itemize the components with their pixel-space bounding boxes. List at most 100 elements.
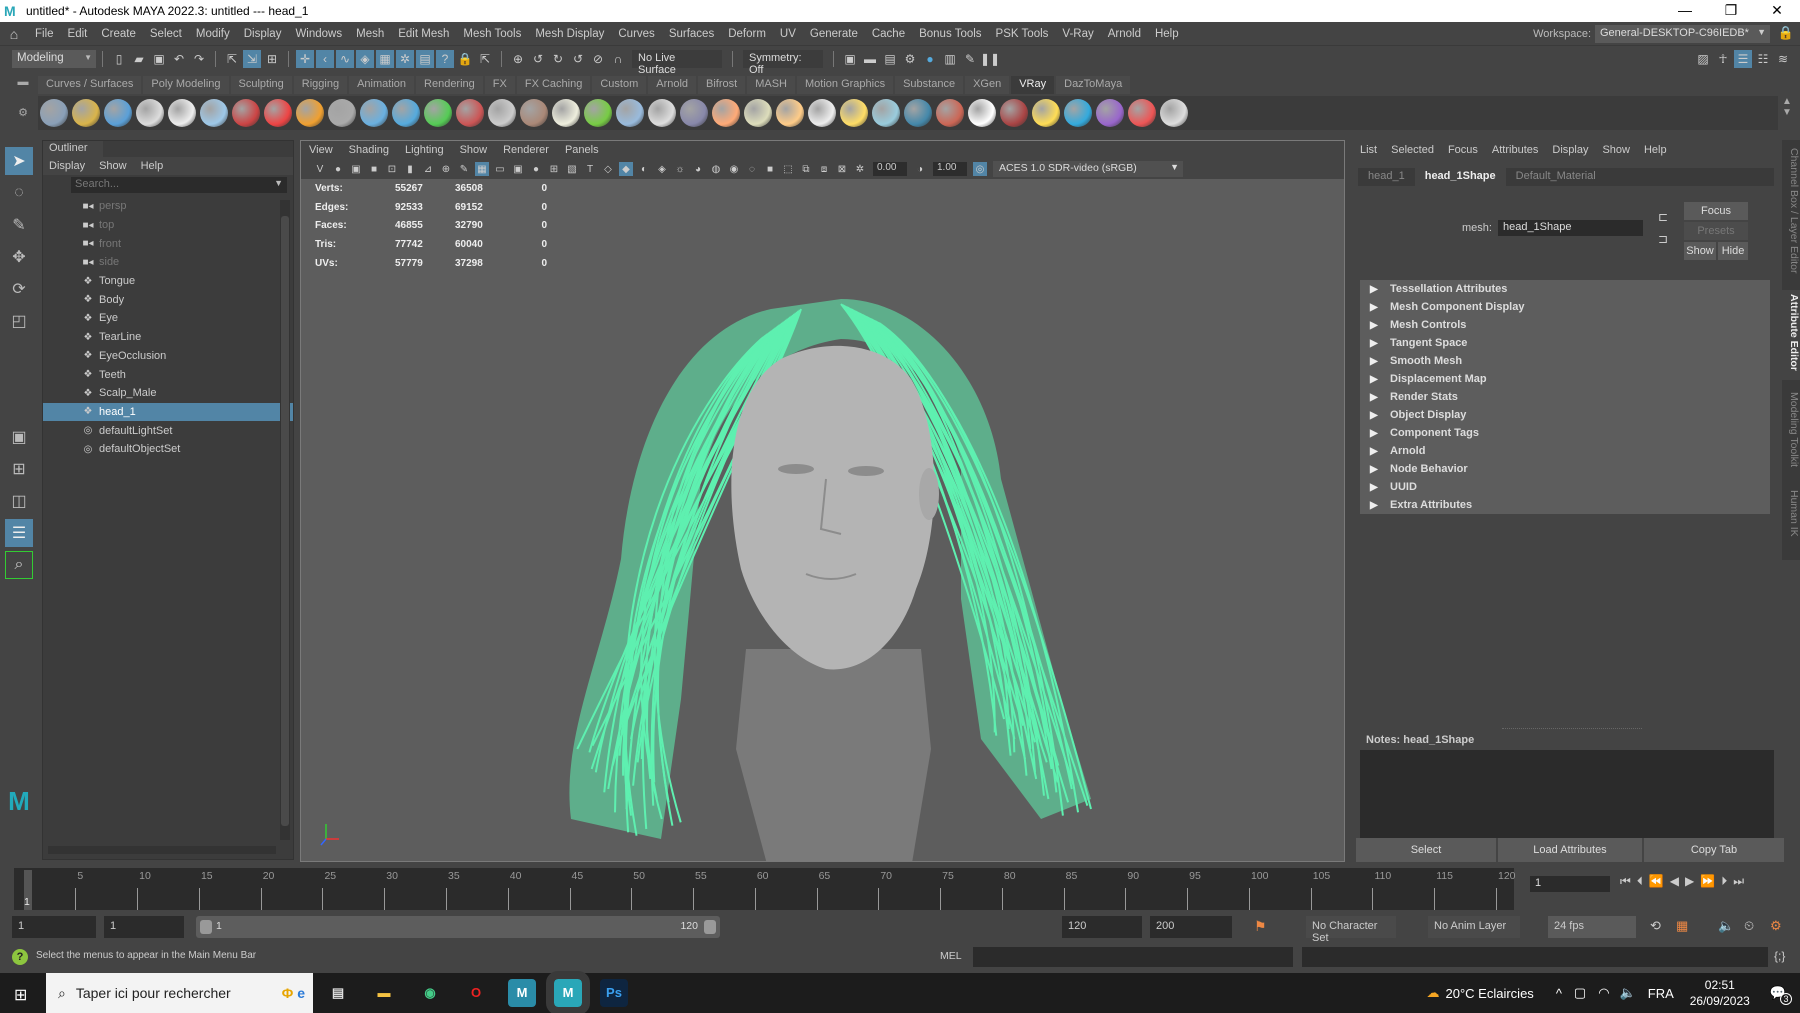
menu-arnold[interactable]: Arnold (1101, 28, 1148, 40)
shelf-tool-icon[interactable] (1064, 99, 1092, 127)
current-time-marker[interactable]: 1 (24, 870, 32, 910)
show-button[interactable]: Show (1684, 242, 1716, 260)
save-scene-icon[interactable]: ▣ (150, 50, 168, 68)
attribute-section[interactable]: ▶ Extra Attributes (1360, 496, 1770, 514)
outliner-item[interactable]: ❖ TearLine (43, 328, 293, 347)
undo-icon[interactable]: ↶ (170, 50, 188, 68)
channel-box-icon[interactable]: ≋ (1774, 50, 1792, 68)
select-by-joint-icon[interactable]: ‹ (316, 50, 334, 68)
range-start-handle[interactable] (200, 920, 212, 934)
viewport-menu-shading[interactable]: Shading (349, 144, 389, 156)
viewport-menu-show[interactable]: Show (460, 144, 488, 156)
shelf-settings-icon[interactable]: ⚙ (14, 106, 32, 119)
textured-icon[interactable]: ◈ (655, 162, 669, 176)
shelf-tool-icon[interactable] (488, 99, 516, 127)
snap-magnet-icon[interactable]: ∩ (609, 50, 627, 68)
ae-menu-display[interactable]: Display (1552, 144, 1588, 156)
render-setup-icon[interactable]: ▥ (941, 50, 959, 68)
viewport-menu-lighting[interactable]: Lighting (405, 144, 444, 156)
shelf-scroll-icon[interactable]: ▲ ▼ (1782, 96, 1792, 118)
shelf-tool-icon[interactable] (1128, 99, 1156, 127)
shelf-tool-icon[interactable] (1032, 99, 1060, 127)
cache-playback-icon[interactable]: ▦ (1676, 918, 1688, 934)
shelf-tool-icon[interactable] (904, 99, 932, 127)
modeling-toolkit-icon[interactable]: ▨ (1694, 50, 1712, 68)
menu-surfaces[interactable]: Surfaces (662, 28, 721, 40)
lock-icon[interactable]: 🔒 (1778, 25, 1794, 41)
outliner-item[interactable]: ❖ EyeOcclusion (43, 347, 293, 366)
shelf-tool-icon[interactable] (296, 99, 324, 127)
volume-icon[interactable]: 🔈 (1620, 985, 1636, 1001)
minimize-button[interactable]: — (1662, 0, 1708, 22)
camera-bookmark-icon[interactable]: ▮ (403, 162, 417, 176)
attribute-section[interactable]: ▶ Node Behavior (1360, 460, 1770, 478)
outliner-item[interactable]: ◎ defaultLightSet (43, 421, 293, 440)
shelf-tab-mash[interactable]: MASH (747, 76, 795, 94)
viewport-panel[interactable]: View Shading Lighting Show Renderer Pane… (300, 140, 1345, 862)
shadows-icon[interactable]: ◕ (691, 162, 705, 176)
wireframe-on-shaded-icon[interactable]: ◐ (637, 162, 651, 176)
select-object-icon[interactable]: ⇲ (243, 50, 261, 68)
weather-icon[interactable]: ☁ (1427, 985, 1440, 1001)
chrome-icon[interactable]: ◉ (416, 979, 444, 1007)
maya-icon[interactable]: M (546, 971, 590, 1013)
shelf-tab-arnold[interactable]: Arnold (648, 76, 697, 94)
tab-channel-box[interactable]: Channel Box / Layer Editor (1782, 144, 1800, 284)
fps-dropdown[interactable]: 24 fps (1548, 916, 1636, 938)
menu-generate[interactable]: Generate (803, 28, 865, 40)
range-slider[interactable]: 1 120 (196, 916, 720, 938)
xray-joints-icon[interactable]: ⊠ (835, 162, 849, 176)
scene-end-field[interactable]: 200 (1150, 916, 1232, 938)
shelf-tool-icon[interactable] (776, 99, 804, 127)
use-all-lights-icon[interactable]: ☼ (673, 162, 687, 176)
shelf-tab-curves-surfaces[interactable]: Curves / Surfaces (38, 76, 142, 94)
outliner-item[interactable]: ■◂ front (43, 234, 293, 253)
shelf-tool-icon[interactable] (552, 99, 580, 127)
time-editor-icon[interactable]: ⏲ (1744, 918, 1754, 934)
step-back-key-icon[interactable]: ⏪ (1649, 874, 1664, 889)
search-icon[interactable]: ⌕ (5, 551, 33, 579)
motion-blur-icon[interactable]: ◉ (727, 162, 741, 176)
attribute-section[interactable]: ▶ Object Display (1360, 406, 1770, 424)
ae-menu-show[interactable]: Show (1602, 144, 1630, 156)
time-slider[interactable]: 5 10 15 20 25 30 35 40 45 50 55 60 65 70 75 80 85 90 95 100… (14, 868, 1516, 910)
taskbar-search[interactable]: ⌕ Taper ici pour rechercher Φ e (46, 973, 313, 1013)
tab-attribute-editor[interactable]: Attribute Editor (1782, 290, 1800, 380)
rotate-tool-icon[interactable]: ⟳ (5, 275, 33, 303)
select-by-deformation-icon[interactable]: ▦ (376, 50, 394, 68)
menu-select[interactable]: Select (143, 28, 189, 40)
output-connections-icon[interactable]: ⊐ (1658, 232, 1668, 246)
step-forward-frame-icon[interactable]: ⏵ (1721, 874, 1727, 889)
expand-arrow-icon[interactable]: ▶ (1360, 284, 1390, 295)
shelf-tab-xgen[interactable]: XGen (965, 76, 1010, 94)
single-perspective-view-icon[interactable]: ▣ (5, 423, 33, 451)
ae-menu-selected[interactable]: Selected (1391, 144, 1434, 156)
select-by-curve-icon[interactable]: ∿ (336, 50, 354, 68)
image-plane-icon[interactable]: ⊿ (421, 162, 435, 176)
shelf-tool-icon[interactable] (936, 99, 964, 127)
expand-arrow-icon[interactable]: ▶ (1360, 374, 1390, 385)
screen-space-ao-icon[interactable]: ◍ (709, 162, 723, 176)
menu-psk-tools[interactable]: PSK Tools (989, 28, 1056, 40)
expand-arrow-icon[interactable]: ▶ (1360, 392, 1390, 403)
lock-camera-icon[interactable]: ⊡ (385, 162, 399, 176)
step-back-frame-icon[interactable]: ⏴ (1637, 874, 1643, 889)
shelf-tab-custom[interactable]: Custom (592, 76, 647, 94)
outliner-menu-display[interactable]: Display (49, 160, 85, 172)
shelf-tool-icon[interactable] (456, 99, 484, 127)
color-management-toggle-icon[interactable]: ◎ (973, 162, 987, 176)
shelf-tool-icon[interactable] (840, 99, 868, 127)
go-to-start-icon[interactable]: ⏮ (1620, 874, 1631, 889)
shelf-tab-sculpting[interactable]: Sculpting (230, 76, 292, 94)
notifications-icon[interactable]: 💬 3 (1770, 985, 1792, 1005)
shelf-tool-icon[interactable] (232, 99, 260, 127)
weather-text[interactable]: 20°C Eclaircies (1446, 986, 1534, 1001)
go-to-end-icon[interactable]: ⏭ (1733, 874, 1744, 889)
select-by-surface-icon[interactable]: ◈ (356, 50, 374, 68)
outliner-menu-show[interactable]: Show (99, 160, 127, 172)
shelf-tool-icon[interactable] (1000, 99, 1028, 127)
shelf-tab-fx[interactable]: FX (484, 76, 515, 94)
shelf-tool-icon[interactable] (328, 99, 356, 127)
light-editor-icon[interactable]: ✎ (961, 50, 979, 68)
shelf-tool-icon[interactable] (1160, 99, 1188, 127)
